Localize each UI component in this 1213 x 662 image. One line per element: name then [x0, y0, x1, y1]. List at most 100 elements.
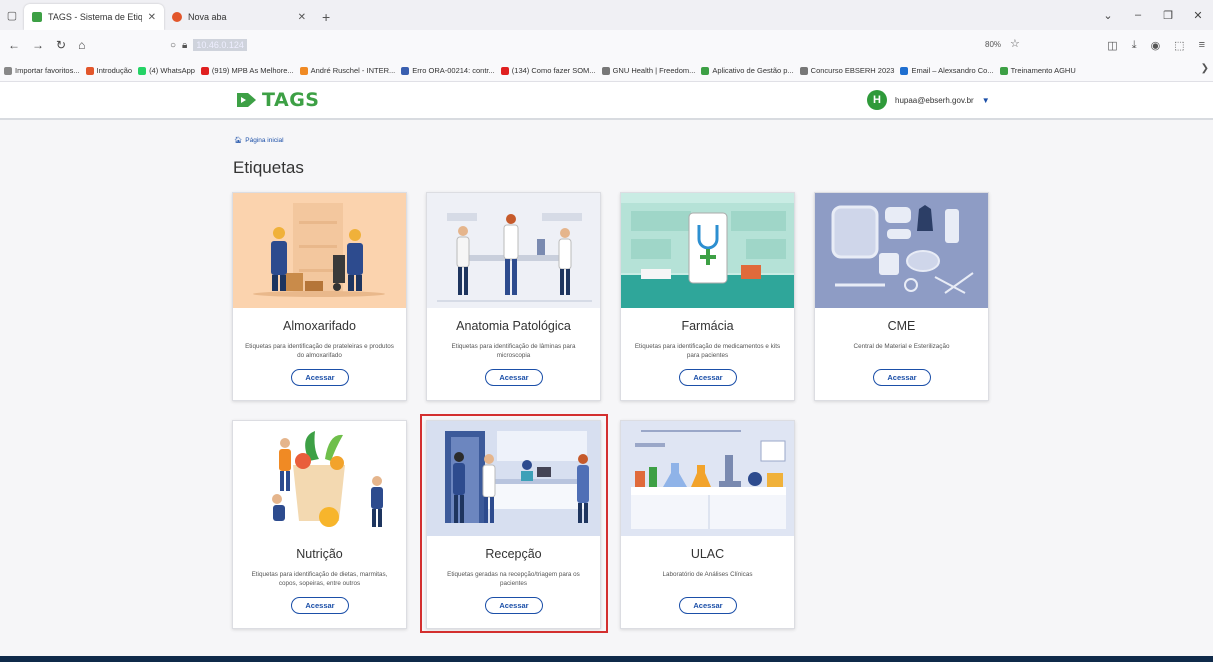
tags-logo[interactable]: TAGS: [236, 89, 319, 111]
address-bar[interactable]: ○ 🔒︎ 10.46.0.124: [170, 35, 247, 55]
bookmark-item[interactable]: Erro ORA-00214: contr...: [401, 66, 495, 75]
card-title: Almoxarifado: [283, 319, 356, 333]
bookmark-favicon-icon: [701, 66, 710, 75]
bookmark-favicon-icon: [500, 66, 509, 75]
home-icon[interactable]: ⌂: [78, 38, 85, 52]
card-description: Etiquetas para identificação de dietas, …: [251, 571, 388, 587]
bookmark-favicon-icon: [401, 66, 410, 75]
chevron-down-icon[interactable]: ▼: [982, 96, 990, 105]
bookmark-star-icon[interactable]: ☆: [1010, 37, 1020, 50]
tab-nova-aba[interactable]: Nova aba ✕: [164, 4, 314, 30]
ulac-illustration: [621, 421, 794, 536]
firefox-favicon-icon: [172, 12, 182, 22]
bookmark-label: Importar favoritos...: [15, 66, 80, 75]
tab-tags[interactable]: TAGS - Sistema de Etiquetas ✕: [24, 4, 164, 30]
menu-icon[interactable]: ≡: [1199, 39, 1205, 51]
bookmark-favicon-icon: [900, 66, 909, 75]
user-email[interactable]: hupaa@ebserh.gov.br: [895, 96, 974, 105]
card-description: Central de Material e Esterilização: [853, 343, 950, 350]
acessar-button[interactable]: Acessar: [485, 369, 543, 386]
avatar[interactable]: H: [867, 90, 887, 110]
close-tab-icon[interactable]: ✕: [148, 12, 156, 23]
bookmark-item[interactable]: (919) MPB As Melhore...: [200, 66, 294, 75]
bookmark-label: Erro ORA-00214: contr...: [412, 66, 495, 75]
bookmark-label: (919) MPB As Melhore...: [211, 66, 294, 75]
app-header: TAGS H hupaa@ebserh.gov.br ▼: [0, 82, 1213, 120]
bookmark-item[interactable]: Treinamento AGHU: [999, 66, 1076, 75]
bookmark-item[interactable]: Concurso EBSERH 2023: [799, 66, 895, 75]
bookmark-item[interactable]: Aplicativo de Gestão p...: [701, 66, 794, 75]
card-title: Nutrição: [296, 547, 343, 561]
bookmark-label: Concurso EBSERH 2023: [810, 66, 895, 75]
bookmark-label: (4) WhatsApp: [149, 66, 195, 75]
bookmark-favicon-icon: [138, 66, 147, 75]
restore-icon[interactable]: ❐: [1153, 9, 1183, 22]
acessar-button[interactable]: Acessar: [679, 369, 737, 386]
breadcrumb[interactable]: 🏠︎ Página inicial: [234, 136, 284, 145]
breadcrumb-home[interactable]: Página inicial: [245, 137, 283, 144]
tags-logo-icon: [237, 93, 256, 107]
bookmark-item[interactable]: GNU Health | Freedom...: [601, 66, 696, 75]
lock-icon[interactable]: 🔒︎: [182, 40, 187, 51]
forward-icon[interactable]: →: [32, 38, 44, 52]
bookmark-favicon-icon: [299, 66, 308, 75]
download-icon[interactable]: ⤓: [1132, 39, 1137, 52]
acessar-button[interactable]: Acessar: [291, 369, 349, 386]
close-tab-icon[interactable]: ✕: [298, 12, 306, 23]
card-title: Anatomia Patológica: [456, 319, 571, 333]
bookmarks-bar: Importar favoritos... Introdução (4) Whats…: [0, 60, 1213, 82]
user-menu[interactable]: H hupaa@ebserh.gov.br ▼: [867, 90, 990, 110]
shield-icon[interactable]: ○: [170, 40, 176, 51]
reload-icon[interactable]: ↻: [56, 38, 66, 52]
card-nutricao: Nutrição Etiquetas para identificação de…: [232, 420, 407, 629]
nutricao-illustration: [233, 421, 406, 536]
browser-tab-bar: ▢ TAGS - Sistema de Etiquetas ✕ Nova aba…: [0, 0, 1213, 30]
page-footer: [0, 656, 1213, 662]
almoxarifado-illustration: [233, 193, 406, 308]
back-icon[interactable]: ←: [8, 38, 20, 52]
tags-favicon-icon: [32, 12, 42, 22]
selection-highlight: [420, 414, 608, 633]
extensions-icon[interactable]: ⬚: [1174, 39, 1184, 52]
card-ulac: ULAC Laboratório de Análises Clínicas Ac…: [620, 420, 795, 629]
home-icon: 🏠︎: [234, 137, 243, 144]
page-title: Etiquetas: [233, 158, 304, 177]
zoom-level[interactable]: 80%: [985, 40, 1001, 49]
toolbar-right: ◫ ⤓ ◉ ⬚ ≡: [1107, 30, 1205, 60]
card-description: Laboratório de Análises Clínicas: [662, 571, 753, 578]
tab-overflow-icon[interactable]: ⌄: [1093, 9, 1123, 22]
card-cme: CME Central de Material e Esterilização …: [814, 192, 989, 401]
bookmark-item[interactable]: Email – Alexsandro Co...: [900, 66, 994, 75]
minimize-icon[interactable]: –: [1123, 9, 1153, 21]
acessar-button[interactable]: Acessar: [291, 597, 349, 614]
bookmark-item[interactable]: André Ruschel - INTER...: [299, 66, 396, 75]
window-controls: ⌄ – ❐ ✕: [1093, 0, 1213, 30]
acessar-button[interactable]: Acessar: [873, 369, 931, 386]
card-anatomia-patologica: Anatomia Patológica Etiquetas para ident…: [426, 192, 601, 401]
close-window-icon[interactable]: ✕: [1183, 9, 1213, 22]
tab-label: TAGS - Sistema de Etiquetas: [48, 12, 142, 22]
bookmark-label: Treinamento AGHU: [1010, 66, 1076, 75]
card-description: Etiquetas para identificação de pratelei…: [245, 343, 394, 359]
bookmark-label: GNU Health | Freedom...: [612, 66, 696, 75]
tab-list-icon[interactable]: ▢: [0, 0, 24, 30]
bookmark-favicon-icon: [4, 66, 12, 75]
card-title: Farmácia: [681, 319, 734, 333]
bookmark-item[interactable]: (134) Como fazer SOM...: [500, 66, 596, 75]
bookmark-label: Email – Alexsandro Co...: [911, 66, 994, 75]
bookmark-item[interactable]: Importar favoritos...: [4, 66, 80, 75]
bookmark-label: (134) Como fazer SOM...: [511, 66, 596, 75]
card-title: CME: [887, 319, 916, 333]
pocket-icon[interactable]: ◫: [1107, 39, 1117, 52]
acessar-button[interactable]: Acessar: [679, 597, 737, 614]
bookmarks-close-icon[interactable]: ❯: [1201, 63, 1209, 74]
bookmark-item[interactable]: Introdução: [85, 66, 132, 75]
bookmark-favicon-icon: [999, 66, 1008, 75]
url-text[interactable]: 10.46.0.124: [193, 39, 247, 51]
bookmark-item[interactable]: (4) WhatsApp: [138, 66, 195, 75]
card-description: Etiquetas para identificação de medicame…: [634, 343, 781, 359]
new-tab-icon[interactable]: +: [314, 9, 338, 30]
account-icon[interactable]: ◉: [1151, 39, 1161, 52]
bookmark-label: André Ruschel - INTER...: [310, 66, 396, 75]
cme-illustration: [815, 193, 988, 308]
